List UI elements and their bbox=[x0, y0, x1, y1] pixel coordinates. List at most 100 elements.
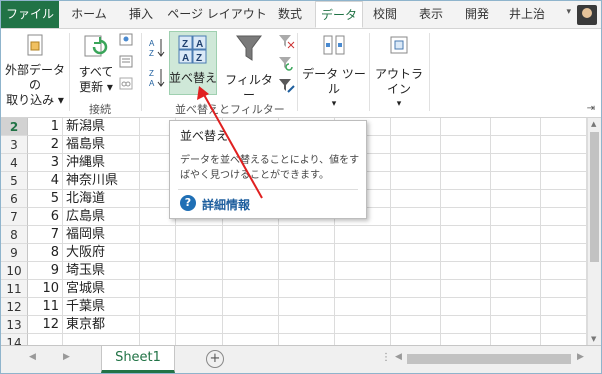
empty-cell[interactable] bbox=[491, 136, 541, 154]
cell-prefecture[interactable] bbox=[63, 334, 140, 345]
row-header[interactable]: 2 bbox=[1, 118, 28, 136]
cell-prefecture[interactable]: 北海道 bbox=[63, 190, 140, 208]
refresh-all-button[interactable]: すべて 更新 ▾ bbox=[73, 33, 119, 95]
cell-number[interactable]: 5 bbox=[28, 190, 63, 208]
tab-data[interactable]: データ bbox=[315, 1, 363, 28]
empty-cell[interactable] bbox=[491, 118, 541, 136]
empty-cell[interactable] bbox=[279, 334, 335, 345]
table-row[interactable]: 11 10 宮城県 bbox=[1, 280, 587, 298]
empty-cell[interactable] bbox=[491, 172, 541, 190]
scroll-down-icon[interactable]: ▼ bbox=[591, 335, 596, 343]
empty-cell[interactable] bbox=[223, 334, 279, 345]
empty-cell[interactable] bbox=[441, 136, 491, 154]
empty-cell[interactable] bbox=[140, 226, 176, 244]
empty-cell[interactable] bbox=[335, 226, 391, 244]
row-header[interactable]: 14 bbox=[1, 334, 28, 345]
empty-cell[interactable] bbox=[541, 190, 587, 208]
hscroll-left-icon[interactable]: ◀ bbox=[395, 352, 402, 362]
cell-prefecture[interactable]: 東京都 bbox=[63, 316, 140, 334]
tab-insert[interactable]: 挿入 bbox=[119, 1, 163, 28]
row-header[interactable]: 8 bbox=[1, 226, 28, 244]
prev-sheet-icon[interactable]: ◀ bbox=[29, 352, 36, 362]
help-icon[interactable]: ? bbox=[180, 195, 196, 211]
empty-cell[interactable] bbox=[279, 298, 335, 316]
empty-cell[interactable] bbox=[541, 244, 587, 262]
empty-cell[interactable] bbox=[279, 316, 335, 334]
empty-cell[interactable] bbox=[140, 280, 176, 298]
cell-number[interactable]: 10 bbox=[28, 280, 63, 298]
clear-filter-icon[interactable] bbox=[277, 33, 295, 49]
row-header[interactable]: 9 bbox=[1, 244, 28, 262]
sheet-options-icon[interactable]: ⋮ bbox=[381, 352, 391, 363]
empty-cell[interactable] bbox=[491, 262, 541, 280]
cell-number[interactable]: 7 bbox=[28, 226, 63, 244]
more-info-link[interactable]: 詳細情報 bbox=[202, 196, 250, 213]
empty-cell[interactable] bbox=[491, 280, 541, 298]
sort-descending-icon[interactable]: Z A bbox=[147, 67, 167, 89]
empty-cell[interactable] bbox=[391, 118, 441, 136]
empty-cell[interactable] bbox=[176, 334, 223, 345]
empty-cell[interactable] bbox=[391, 262, 441, 280]
cell-number[interactable]: 6 bbox=[28, 208, 63, 226]
vertical-scrollbar[interactable]: ▲ ▼ bbox=[587, 118, 601, 345]
empty-cell[interactable] bbox=[140, 262, 176, 280]
empty-cell[interactable] bbox=[441, 334, 491, 345]
cell-prefecture[interactable]: 広島県 bbox=[63, 208, 140, 226]
empty-cell[interactable] bbox=[391, 244, 441, 262]
empty-cell[interactable] bbox=[491, 190, 541, 208]
cell-prefecture[interactable]: 新潟県 bbox=[63, 118, 140, 136]
empty-cell[interactable] bbox=[491, 316, 541, 334]
table-row[interactable]: 14 bbox=[1, 334, 587, 345]
sort-button[interactable]: Z A A Z 並べ替え bbox=[169, 35, 217, 86]
empty-cell[interactable] bbox=[491, 298, 541, 316]
empty-cell[interactable] bbox=[223, 298, 279, 316]
cell-prefecture[interactable]: 埼玉県 bbox=[63, 262, 140, 280]
row-header[interactable]: 3 bbox=[1, 136, 28, 154]
tab-review[interactable]: 校閲 bbox=[365, 1, 405, 28]
edit-links-icon[interactable] bbox=[119, 77, 135, 91]
data-tools-button[interactable]: データ ツール ▾ bbox=[301, 33, 367, 112]
empty-cell[interactable] bbox=[391, 208, 441, 226]
tab-formulas[interactable]: 数式 bbox=[269, 1, 311, 28]
cell-number[interactable]: 2 bbox=[28, 136, 63, 154]
table-row[interactable]: 13 12 東京都 bbox=[1, 316, 587, 334]
empty-cell[interactable] bbox=[391, 334, 441, 345]
empty-cell[interactable] bbox=[391, 190, 441, 208]
empty-cell[interactable] bbox=[391, 226, 441, 244]
empty-cell[interactable] bbox=[491, 208, 541, 226]
empty-cell[interactable] bbox=[491, 244, 541, 262]
row-header[interactable]: 12 bbox=[1, 298, 28, 316]
empty-cell[interactable] bbox=[176, 280, 223, 298]
empty-cell[interactable] bbox=[223, 226, 279, 244]
cell-number[interactable]: 3 bbox=[28, 154, 63, 172]
empty-cell[interactable] bbox=[541, 226, 587, 244]
empty-cell[interactable] bbox=[223, 316, 279, 334]
cell-number[interactable]: 8 bbox=[28, 244, 63, 262]
empty-cell[interactable] bbox=[441, 154, 491, 172]
empty-cell[interactable] bbox=[335, 244, 391, 262]
tab-developer[interactable]: 開発 bbox=[457, 1, 497, 28]
empty-cell[interactable] bbox=[223, 280, 279, 298]
empty-cell[interactable] bbox=[335, 262, 391, 280]
empty-cell[interactable] bbox=[491, 334, 541, 345]
empty-cell[interactable] bbox=[391, 172, 441, 190]
empty-cell[interactable] bbox=[176, 316, 223, 334]
empty-cell[interactable] bbox=[391, 298, 441, 316]
empty-cell[interactable] bbox=[541, 262, 587, 280]
cell-prefecture[interactable]: 宮城県 bbox=[63, 280, 140, 298]
get-external-data-button[interactable]: 外部データの 取り込み ▾ bbox=[3, 33, 67, 108]
properties-icon[interactable] bbox=[119, 55, 135, 69]
empty-cell[interactable] bbox=[541, 280, 587, 298]
empty-cell[interactable] bbox=[441, 280, 491, 298]
empty-cell[interactable] bbox=[279, 280, 335, 298]
empty-cell[interactable] bbox=[491, 226, 541, 244]
empty-cell[interactable] bbox=[391, 316, 441, 334]
empty-cell[interactable] bbox=[335, 334, 391, 345]
empty-cell[interactable] bbox=[391, 136, 441, 154]
cell-prefecture[interactable]: 福島県 bbox=[63, 136, 140, 154]
advanced-filter-icon[interactable] bbox=[277, 77, 295, 93]
empty-cell[interactable] bbox=[441, 244, 491, 262]
empty-cell[interactable] bbox=[441, 316, 491, 334]
empty-cell[interactable] bbox=[541, 298, 587, 316]
cell-number[interactable]: 4 bbox=[28, 172, 63, 190]
